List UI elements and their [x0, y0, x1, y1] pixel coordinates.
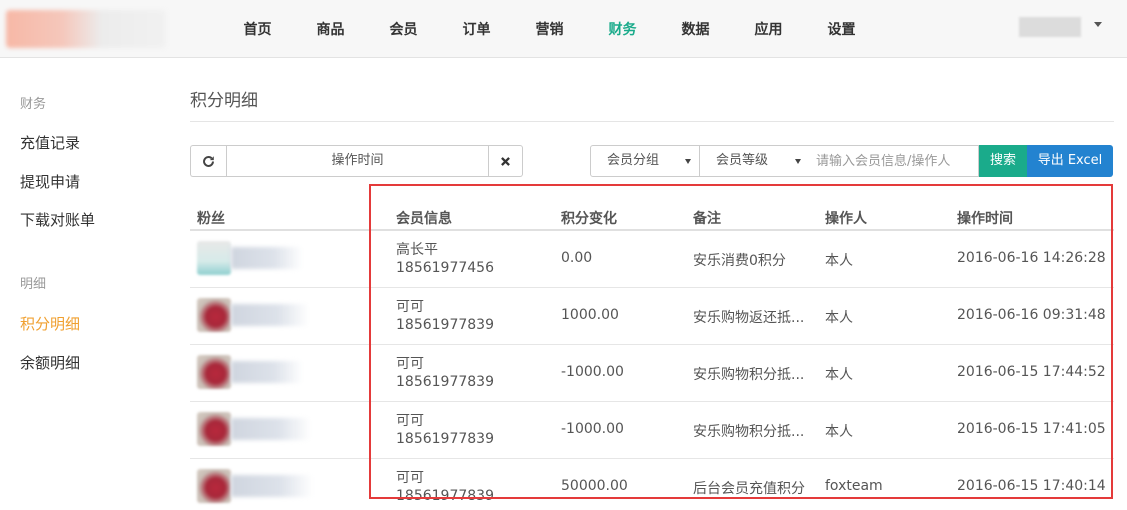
member-phone: 18561977839 [396, 374, 494, 390]
member-group-select[interactable]: 会员分组 [590, 145, 700, 177]
points-change: -1000.00 [561, 421, 624, 437]
operator: 本人 [825, 424, 853, 440]
top-navbar: 首页 商品 会员 订单 营销 财务 数据 应用 设置 [0, 0, 1127, 58]
member-phone: 18561977839 [396, 488, 494, 504]
user-account-menu[interactable] [1019, 17, 1081, 37]
table-header-divider [190, 229, 1114, 231]
nav-item-orders[interactable]: 订单 [440, 0, 513, 58]
operator: foxteam [825, 478, 883, 494]
fan-nickname [231, 361, 303, 383]
points-change: 1000.00 [561, 307, 619, 323]
caret-down-icon[interactable] [1094, 22, 1102, 27]
points-change: 50000.00 [561, 478, 628, 494]
nav-item-members[interactable]: 会员 [367, 0, 440, 58]
nav-item-finance[interactable]: 财务 [586, 0, 659, 58]
member-name: 可可 [396, 356, 424, 372]
points-change: -1000.00 [561, 364, 624, 380]
member-name: 可可 [396, 470, 424, 486]
sidebar-item-download-statement[interactable]: 下载对账单 [20, 209, 95, 230]
remark: 安乐消费0积分 [693, 253, 786, 269]
nav-item-data[interactable]: 数据 [659, 0, 732, 58]
row-divider [190, 458, 1114, 459]
close-icon [501, 156, 510, 166]
chevron-down-icon [795, 159, 801, 164]
logo[interactable] [6, 10, 166, 48]
row-divider [190, 401, 1114, 402]
member-group-label: 会员分组 [607, 153, 660, 168]
member-phone: 18561977456 [396, 260, 494, 276]
divider [190, 121, 1114, 122]
avatar [197, 241, 231, 275]
chevron-down-icon [685, 159, 691, 164]
operator: 本人 [825, 367, 853, 383]
fan-nickname [231, 247, 303, 269]
fan-nickname [231, 418, 311, 440]
sidebar-section-details: 明细 [20, 277, 47, 292]
member-name: 可可 [396, 299, 424, 315]
sidebar-item-withdraw-requests[interactable]: 提现申请 [20, 171, 80, 192]
member-level-label: 会员等级 [716, 153, 769, 168]
refresh-icon [203, 155, 214, 167]
sidebar-section-finance: 财务 [20, 97, 47, 112]
row-divider [190, 287, 1114, 288]
nav-item-apps[interactable]: 应用 [732, 0, 805, 58]
remark: 后台会员充值积分 [693, 481, 805, 497]
page-title: 积分明细 [190, 91, 258, 111]
fan-nickname [231, 304, 309, 326]
column-header-fans: 粉丝 [197, 211, 225, 227]
operation-time: 2016-06-15 17:40:14 [957, 478, 1106, 494]
search-button[interactable]: 搜索 [979, 145, 1027, 177]
column-header-member-info: 会员信息 [396, 211, 452, 227]
nav-item-settings[interactable]: 设置 [805, 0, 878, 58]
remark: 安乐购物积分抵... [693, 424, 805, 440]
avatar [197, 412, 231, 446]
main-nav: 首页 商品 会员 订单 营销 财务 数据 应用 设置 [221, 0, 878, 58]
search-input[interactable] [809, 145, 979, 177]
refresh-button[interactable] [190, 145, 226, 177]
operator: 本人 [825, 253, 853, 269]
column-header-points-change: 积分变化 [561, 211, 617, 227]
operation-time: 2016-06-16 14:26:28 [957, 250, 1106, 266]
operation-time: 2016-06-16 09:31:48 [957, 307, 1106, 323]
operation-time: 2016-06-15 17:44:52 [957, 364, 1106, 380]
points-change: 0.00 [561, 250, 593, 266]
sidebar-item-points-details[interactable]: 积分明细 [20, 313, 80, 334]
column-header-operator: 操作人 [825, 211, 867, 227]
operation-time: 2016-06-15 17:41:05 [957, 421, 1106, 437]
clear-date-button[interactable] [489, 145, 523, 177]
nav-item-marketing[interactable]: 营销 [513, 0, 586, 58]
nav-item-goods[interactable]: 商品 [294, 0, 367, 58]
member-name: 高长平 [396, 242, 438, 258]
sidebar-item-recharge-records[interactable]: 充值记录 [20, 132, 80, 153]
row-divider [190, 344, 1114, 345]
nav-item-home[interactable]: 首页 [221, 0, 294, 58]
highlight-box [369, 184, 1113, 499]
operator: 本人 [825, 310, 853, 326]
sidebar-item-balance-details[interactable]: 余额明细 [20, 352, 80, 373]
avatar [197, 298, 231, 332]
member-phone: 18561977839 [396, 317, 494, 333]
member-phone: 18561977839 [396, 431, 494, 447]
sidebar: 财务 充值记录 提现申请 下载对账单 明细 积分明细 余额明细 [0, 58, 170, 510]
avatar [197, 355, 231, 389]
remark: 安乐购物返还抵... [693, 310, 805, 326]
fan-nickname [231, 475, 313, 497]
column-header-operation-time: 操作时间 [957, 211, 1013, 227]
remark: 安乐购物积分抵... [693, 367, 805, 383]
member-name: 可可 [396, 413, 424, 429]
export-excel-button[interactable]: 导出 Excel [1027, 145, 1113, 177]
operation-time-field[interactable]: 操作时间 [226, 145, 489, 177]
member-level-select[interactable]: 会员等级 [699, 145, 810, 177]
avatar [197, 469, 231, 503]
column-header-remark: 备注 [693, 211, 721, 227]
